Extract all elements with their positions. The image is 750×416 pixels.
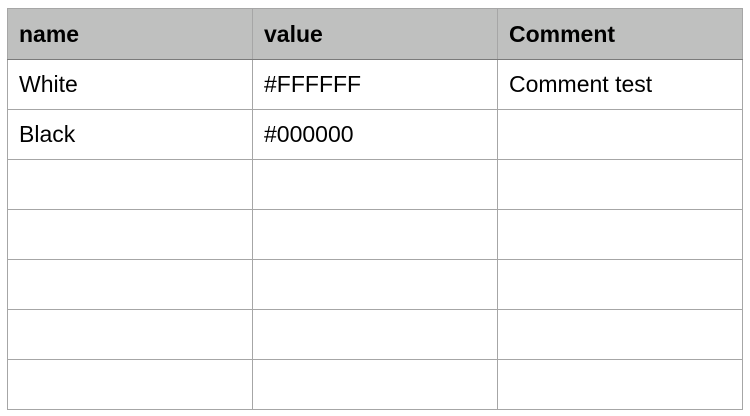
comment-cell[interactable]: Comment test	[497, 59, 743, 110]
comment-cell[interactable]	[497, 159, 743, 210]
data-table: name value Comment White #FFFFFF Comment…	[7, 8, 743, 410]
column-header-value[interactable]: value	[252, 8, 498, 60]
value-cell[interactable]	[252, 309, 498, 360]
column-header-name[interactable]: name	[7, 8, 253, 60]
value-cell[interactable]	[252, 259, 498, 310]
table-row: Black #000000	[7, 109, 743, 160]
table-row	[7, 259, 743, 310]
value-cell[interactable]: #FFFFFF	[252, 59, 498, 110]
name-cell[interactable]	[7, 309, 253, 360]
comment-cell[interactable]	[497, 109, 743, 160]
value-cell[interactable]	[252, 359, 498, 410]
name-cell[interactable]: White	[7, 59, 253, 110]
comment-cell[interactable]	[497, 359, 743, 410]
comment-cell[interactable]	[497, 259, 743, 310]
name-cell[interactable]: Black	[7, 109, 253, 160]
name-cell[interactable]	[7, 209, 253, 260]
table-row: White #FFFFFF Comment test	[7, 59, 743, 110]
name-cell[interactable]	[7, 259, 253, 310]
table-row	[7, 359, 743, 410]
table-row	[7, 209, 743, 260]
value-cell[interactable]	[252, 159, 498, 210]
table-row	[7, 309, 743, 360]
header-row: name value Comment	[7, 8, 743, 60]
comment-cell[interactable]	[497, 309, 743, 360]
column-header-comment[interactable]: Comment	[497, 8, 743, 60]
name-cell[interactable]	[7, 159, 253, 210]
value-cell[interactable]: #000000	[252, 109, 498, 160]
name-cell[interactable]	[7, 359, 253, 410]
value-cell[interactable]	[252, 209, 498, 260]
comment-cell[interactable]	[497, 209, 743, 260]
table-row	[7, 159, 743, 210]
